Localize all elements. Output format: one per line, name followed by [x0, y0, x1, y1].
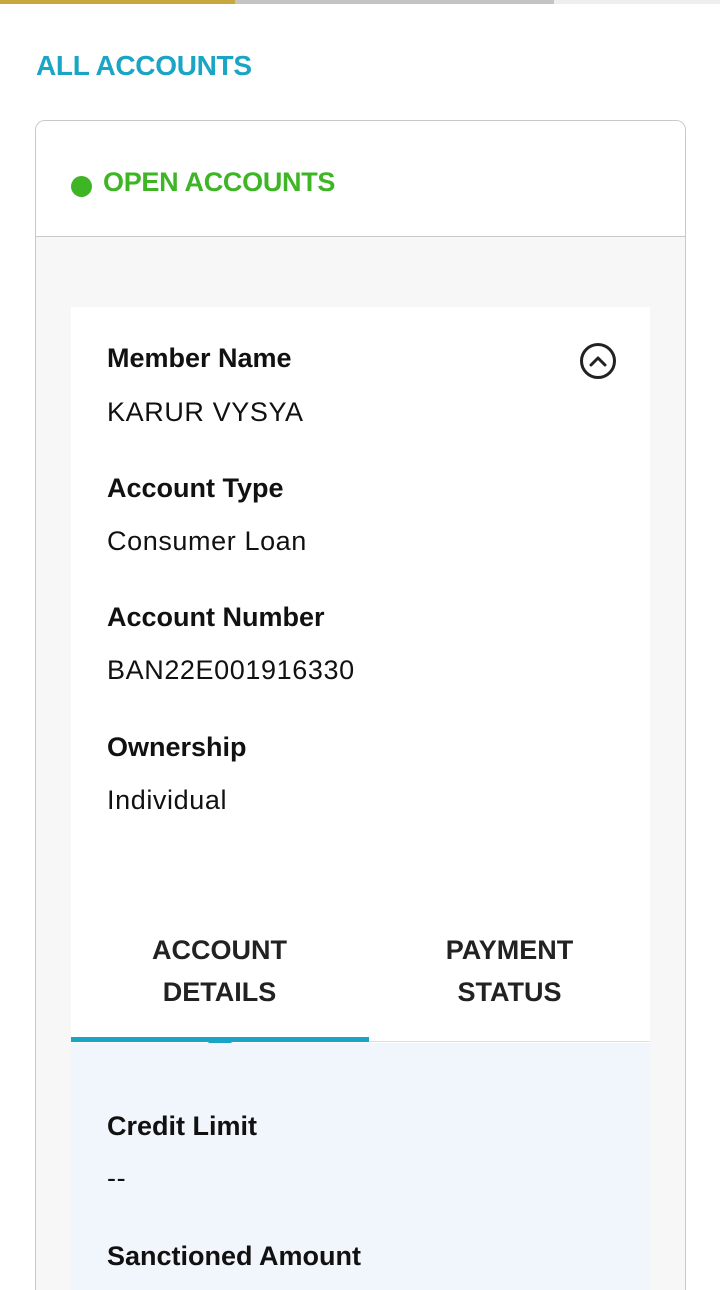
tab-payment-status[interactable]: PAYMENT STATUS: [365, 929, 654, 1013]
account-details-panel: Credit Limit -- Sanctioned Amount: [71, 1043, 650, 1290]
account-tabs: ACCOUNT DETAILS PAYMENT STATUS: [71, 907, 650, 1054]
tab-account-details[interactable]: ACCOUNT DETAILS: [75, 929, 364, 1013]
account-type-value: Consumer Loan: [107, 526, 307, 556]
member-name-label: Member Name: [107, 343, 292, 373]
accounts-card: OPEN ACCOUNTS Member Name KARUR VYSYA Ac…: [35, 120, 686, 1290]
card-header: OPEN ACCOUNTS: [36, 121, 685, 237]
account-type-label: Account Type: [107, 473, 284, 503]
progress-segment-remaining: [554, 0, 720, 4]
ownership-label: Ownership: [107, 732, 247, 762]
ownership-value: Individual: [107, 785, 228, 815]
account-number-label: Account Number: [107, 602, 325, 632]
credit-limit-label: Credit Limit: [107, 1111, 258, 1141]
chevron-up-icon: [589, 356, 607, 367]
open-status-dot-icon: [71, 176, 92, 197]
account-panel: Member Name KARUR VYSYA Account Type Con…: [71, 307, 650, 1290]
open-accounts-title: OPEN ACCOUNTS: [103, 167, 336, 197]
all-accounts-link[interactable]: ALL ACCOUNTS: [36, 50, 252, 82]
progress-segment-current: [235, 0, 554, 4]
progress-segment-complete: [0, 0, 235, 4]
progress-bar: [0, 0, 720, 4]
sanctioned-amount-label: Sanctioned Amount: [107, 1241, 361, 1271]
chevron-up-circle-icon[interactable]: [580, 343, 616, 379]
credit-limit-value: --: [107, 1163, 127, 1193]
account-number-value: BAN22E001916330: [107, 655, 355, 685]
member-name-value: KARUR VYSYA: [107, 397, 304, 427]
